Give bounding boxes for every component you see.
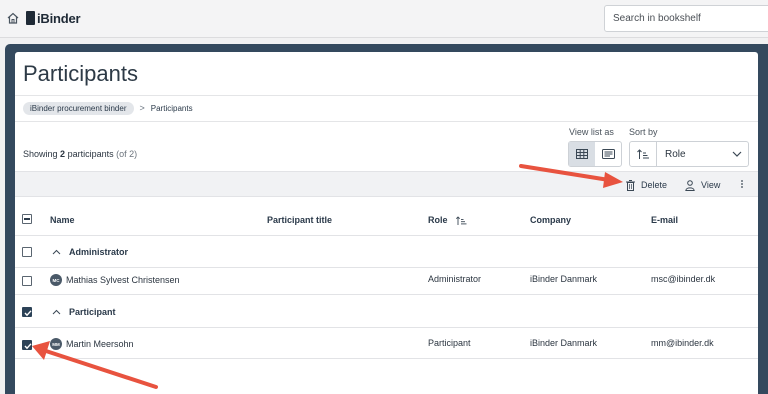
- delete-button[interactable]: Delete: [626, 178, 667, 192]
- breadcrumb-separator: >: [139, 103, 145, 113]
- chevron-down-icon: [726, 151, 748, 157]
- select-all-checkbox[interactable]: [22, 214, 32, 224]
- page-title: Participants: [23, 61, 138, 86]
- participant-company: iBinder Danmark: [530, 338, 598, 348]
- breadcrumb: iBinder procurement binder > Participant…: [23, 101, 193, 115]
- sort-value: Role: [665, 148, 686, 160]
- trash-icon: [626, 179, 635, 191]
- ibinder-logo[interactable]: iBinder: [26, 10, 81, 26]
- participant-name: MM Martin Meersohn: [50, 338, 134, 350]
- participant-email: msc@ibinder.dk: [651, 274, 716, 284]
- chevron-up-icon[interactable]: [52, 249, 61, 255]
- sort-ascending-icon: [455, 215, 467, 225]
- group-row-participant[interactable]: Participant: [15, 296, 758, 328]
- view-list-as-label: View list as: [569, 127, 614, 137]
- table-row[interactable]: MC Mathias Sylvest Christensen Administr…: [15, 264, 758, 295]
- action-toolbar: Delete View: [15, 171, 758, 197]
- home-icon[interactable]: [6, 11, 20, 25]
- list-icon: [601, 149, 615, 159]
- view-toggle: [568, 141, 622, 167]
- chevron-up-icon[interactable]: [52, 309, 61, 315]
- search-input[interactable]: [613, 13, 765, 24]
- column-participant-title[interactable]: Participant title: [267, 215, 332, 225]
- divider: [15, 121, 758, 122]
- logo-mark-icon: [26, 11, 35, 25]
- avatar: MC: [50, 274, 62, 286]
- user-icon: [685, 179, 695, 191]
- breadcrumb-parent[interactable]: iBinder procurement binder: [23, 101, 134, 115]
- column-company[interactable]: Company: [530, 215, 571, 225]
- divider: [15, 95, 758, 96]
- search-box[interactable]: [604, 5, 768, 32]
- delete-label: Delete: [641, 180, 668, 190]
- sort-by-select[interactable]: Role: [629, 141, 749, 167]
- table-row[interactable]: MM Martin Meersohn Participant iBinder D…: [15, 328, 758, 359]
- row-checkbox[interactable]: [22, 276, 32, 286]
- view-label: View: [701, 180, 721, 190]
- participant-company: iBinder Danmark: [530, 274, 598, 284]
- group-label: Participant: [52, 307, 116, 317]
- top-bar: iBinder: [0, 0, 768, 38]
- participant-role: Participant: [428, 338, 471, 348]
- logo-text: iBinder: [37, 10, 81, 26]
- more-vertical-icon: [741, 180, 743, 188]
- sort-by-label: Sort by: [629, 127, 658, 137]
- participant-email: mm@ibinder.dk: [651, 338, 714, 348]
- group-checkbox[interactable]: [22, 307, 32, 317]
- row-checkbox[interactable]: [22, 340, 32, 350]
- column-name[interactable]: Name: [50, 215, 75, 225]
- view-button[interactable]: View: [685, 178, 720, 192]
- avatar: MM: [50, 338, 62, 350]
- grid-icon: [576, 149, 588, 159]
- sort-ascending-icon: [636, 148, 649, 159]
- group-label: Administrator: [52, 247, 128, 257]
- column-role[interactable]: Role: [428, 215, 467, 225]
- list-view-button[interactable]: [595, 142, 621, 166]
- sort-direction-button[interactable]: [630, 142, 657, 166]
- table-header: Name Participant title Role Company E-ma…: [15, 202, 758, 236]
- column-email[interactable]: E-mail: [651, 215, 678, 225]
- grid-view-button[interactable]: [569, 142, 595, 166]
- more-options-button[interactable]: [740, 177, 750, 191]
- participant-name: MC Mathias Sylvest Christensen: [50, 274, 180, 286]
- group-checkbox[interactable]: [22, 247, 32, 257]
- participants-panel: Participants iBinder procurement binder …: [15, 52, 758, 394]
- participants-count-text: Showing 2 participants (of 2): [23, 149, 138, 159]
- checkmark-icon: [24, 310, 32, 317]
- breadcrumb-current: Participants: [150, 103, 193, 113]
- participant-role: Administrator: [428, 274, 482, 284]
- checkmark-icon: [24, 343, 32, 350]
